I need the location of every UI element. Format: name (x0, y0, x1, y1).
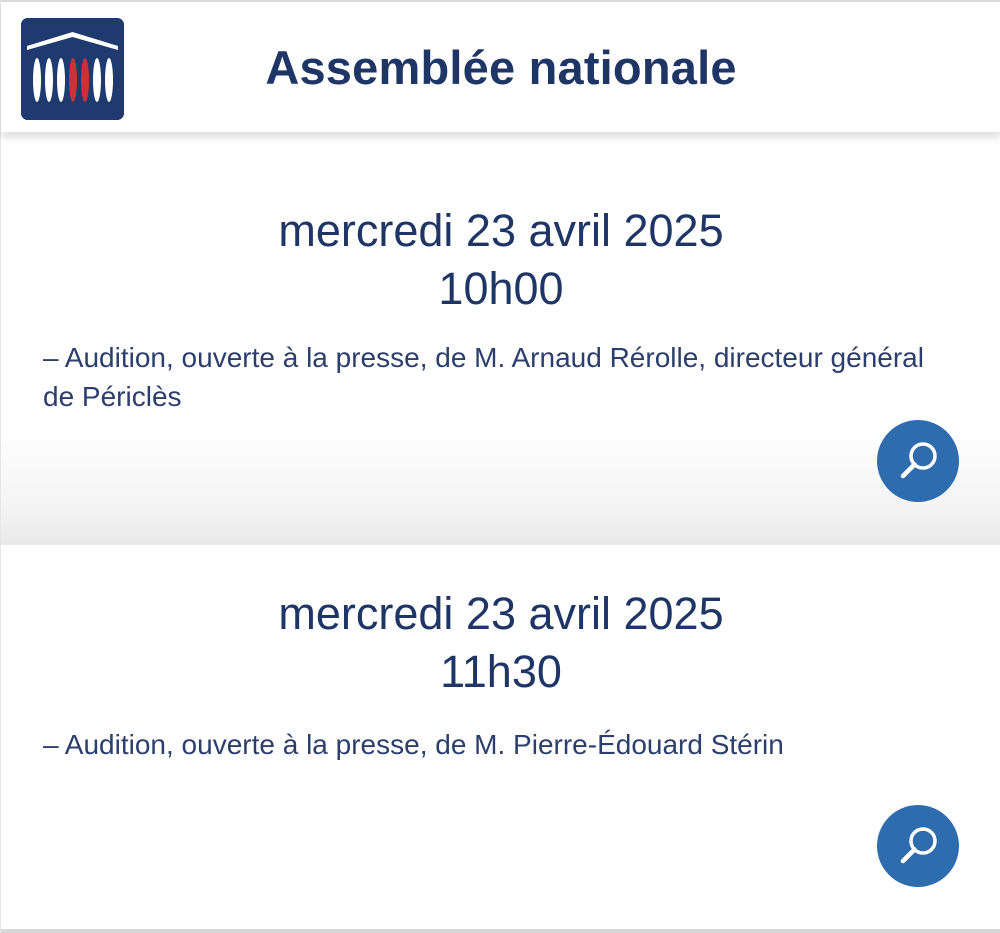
search-icon (900, 442, 937, 479)
event-card: mercredi 23 avril 2025 10h00 – Audition,… (1, 132, 1000, 544)
event-time: 10h00 (438, 263, 564, 314)
event-date: mercredi 23 avril 2025 (278, 588, 724, 639)
search-icon (900, 827, 937, 864)
app-header: Assemblée nationale (1, 0, 1000, 132)
bottom-divider (1, 929, 1000, 933)
event-time: 11h30 (440, 646, 562, 697)
search-button[interactable] (877, 805, 959, 887)
event-description: – Audition, ouverte à la presse, de M. A… (43, 342, 924, 412)
event-card: mercredi 23 avril 2025 11h30 – Audition,… (1, 544, 1000, 929)
event-date: mercredi 23 avril 2025 (278, 205, 724, 256)
search-button[interactable] (877, 420, 959, 502)
app-screen: Assemblée nationale mercredi 23 avril 20… (0, 0, 1000, 933)
app-title: Assemblée nationale (265, 41, 737, 94)
event-description: – Audition, ouverte à la presse, de M. P… (43, 729, 784, 760)
